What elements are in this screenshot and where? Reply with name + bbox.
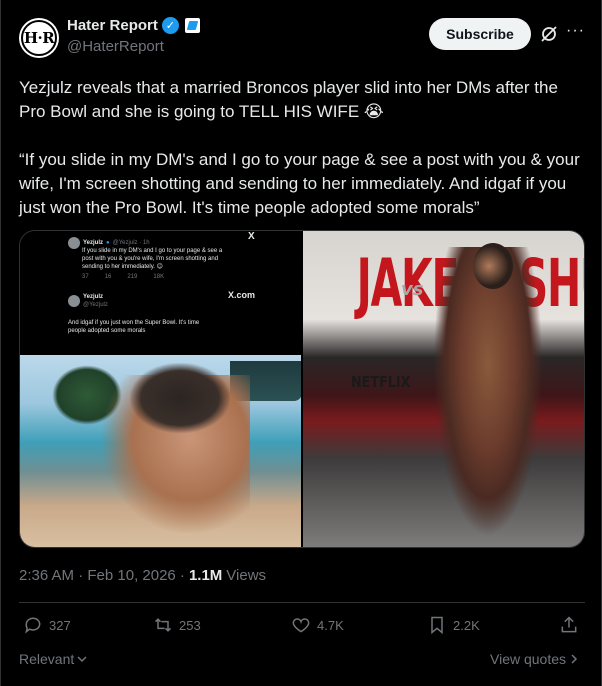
embedded-stat: 16	[104, 274, 112, 280]
views-count: 1.1M	[188, 567, 223, 584]
reply-icon	[25, 617, 41, 634]
repost-button[interactable]: 253	[153, 615, 201, 635]
tweet-paragraph-1: Yezjulz reveals that a married Broncos p…	[19, 78, 558, 121]
share-icon	[561, 616, 577, 633]
heart-icon	[292, 618, 310, 633]
share-button[interactable]	[559, 615, 579, 635]
tweet-card: H·R Hater Report ✓ @HaterReport Subscrib…	[0, 0, 602, 686]
beach-photo	[20, 355, 301, 547]
media-image-2[interactable]: JAKE JOSHUA vs NETFLIX	[303, 231, 584, 547]
view-quotes-link[interactable]: View quotes	[490, 651, 578, 667]
tweet-meta: 2:36 AM · Feb 10, 2026 · 1.1M Views	[19, 567, 266, 584]
bookmark-icon	[431, 616, 443, 635]
embedded-post-2-text: And idgaf if you just won the Super Bowl…	[68, 320, 200, 334]
embedded-post-1-stats: 37 16 219 18K	[82, 273, 164, 281]
embedded-stat: 219	[127, 274, 138, 280]
relevant-label: Relevant	[19, 651, 75, 667]
avatar[interactable]: H·R	[19, 18, 59, 58]
media-grid: Yezjulz ● @Yezjulz · 1h X If you slide i…	[19, 230, 585, 548]
embedded-post-1-handle: @Yezjulz · 1h	[112, 240, 150, 246]
reply-count: 327	[49, 617, 71, 633]
embedded-screenshot: Yezjulz ● @Yezjulz · 1h X If you slide i…	[34, 231, 290, 355]
like-count: 4.7K	[317, 617, 344, 633]
verified-badge-icon[interactable]: ✓	[161, 17, 179, 34]
embedded-stat: 37	[82, 274, 89, 280]
netflix-logo: NETFLIX	[351, 373, 411, 391]
chevron-down-icon	[77, 656, 87, 663]
author-name[interactable]: Hater Report	[67, 17, 158, 34]
bookmark-button[interactable]: 2.2K	[427, 615, 480, 635]
tweet-text: Yezjulz reveals that a married Broncos p…	[19, 76, 589, 244]
affiliate-badge-icon[interactable]	[184, 18, 200, 33]
embedded-post-2-header: Yezjulz @Yezjulz	[68, 293, 108, 309]
views-label: Views	[226, 567, 267, 584]
more-options-icon[interactable]: ···	[566, 22, 585, 40]
timestamp[interactable]: 2:36 AM · Feb 10, 2026 ·	[19, 567, 185, 584]
event-photo: JAKE JOSHUA vs NETFLIX	[303, 231, 584, 547]
embedded-post-2-handle: @Yezjulz	[83, 302, 108, 308]
embedded-avatar	[68, 295, 80, 307]
embedded-xcom-label: X.com	[228, 290, 256, 300]
tweet-paragraph-2: “If you slide in my DM's and I go to you…	[19, 150, 580, 217]
embedded-x-mark: X	[248, 231, 255, 242]
embedded-stat: 18K	[153, 274, 165, 280]
embedded-verified-icon: ●	[106, 240, 110, 246]
repost-icon	[154, 618, 172, 632]
action-bar: 327 253 4.7K 2.2K	[19, 615, 585, 643]
bookmark-count: 2.2K	[453, 617, 480, 633]
view-quotes-label: View quotes	[490, 651, 567, 667]
embedded-post-2-name: Yezjulz	[83, 294, 104, 300]
like-button[interactable]: 4.7K	[291, 615, 344, 635]
repost-count: 253	[179, 617, 201, 633]
subscribe-button[interactable]: Subscribe	[429, 18, 531, 50]
author-handle[interactable]: @HaterReport	[67, 38, 164, 55]
chevron-right-icon	[571, 654, 578, 664]
reply-button[interactable]: 327	[23, 615, 71, 635]
avatar-logo: H·R	[21, 20, 57, 56]
vs-text: vs	[401, 279, 424, 300]
grok-icon[interactable]	[539, 24, 559, 44]
embedded-post-1-text: If you slide in my DM's and I go to your…	[82, 248, 223, 270]
author-name-row: Hater Report ✓	[67, 17, 200, 34]
embedded-avatar	[68, 237, 80, 249]
media-image-1[interactable]: Yezjulz ● @Yezjulz · 1h X If you slide i…	[20, 231, 301, 547]
embedded-post-1-name: Yezjulz	[83, 240, 104, 246]
sort-relevant-dropdown[interactable]: Relevant	[19, 651, 87, 667]
divider	[19, 602, 585, 603]
